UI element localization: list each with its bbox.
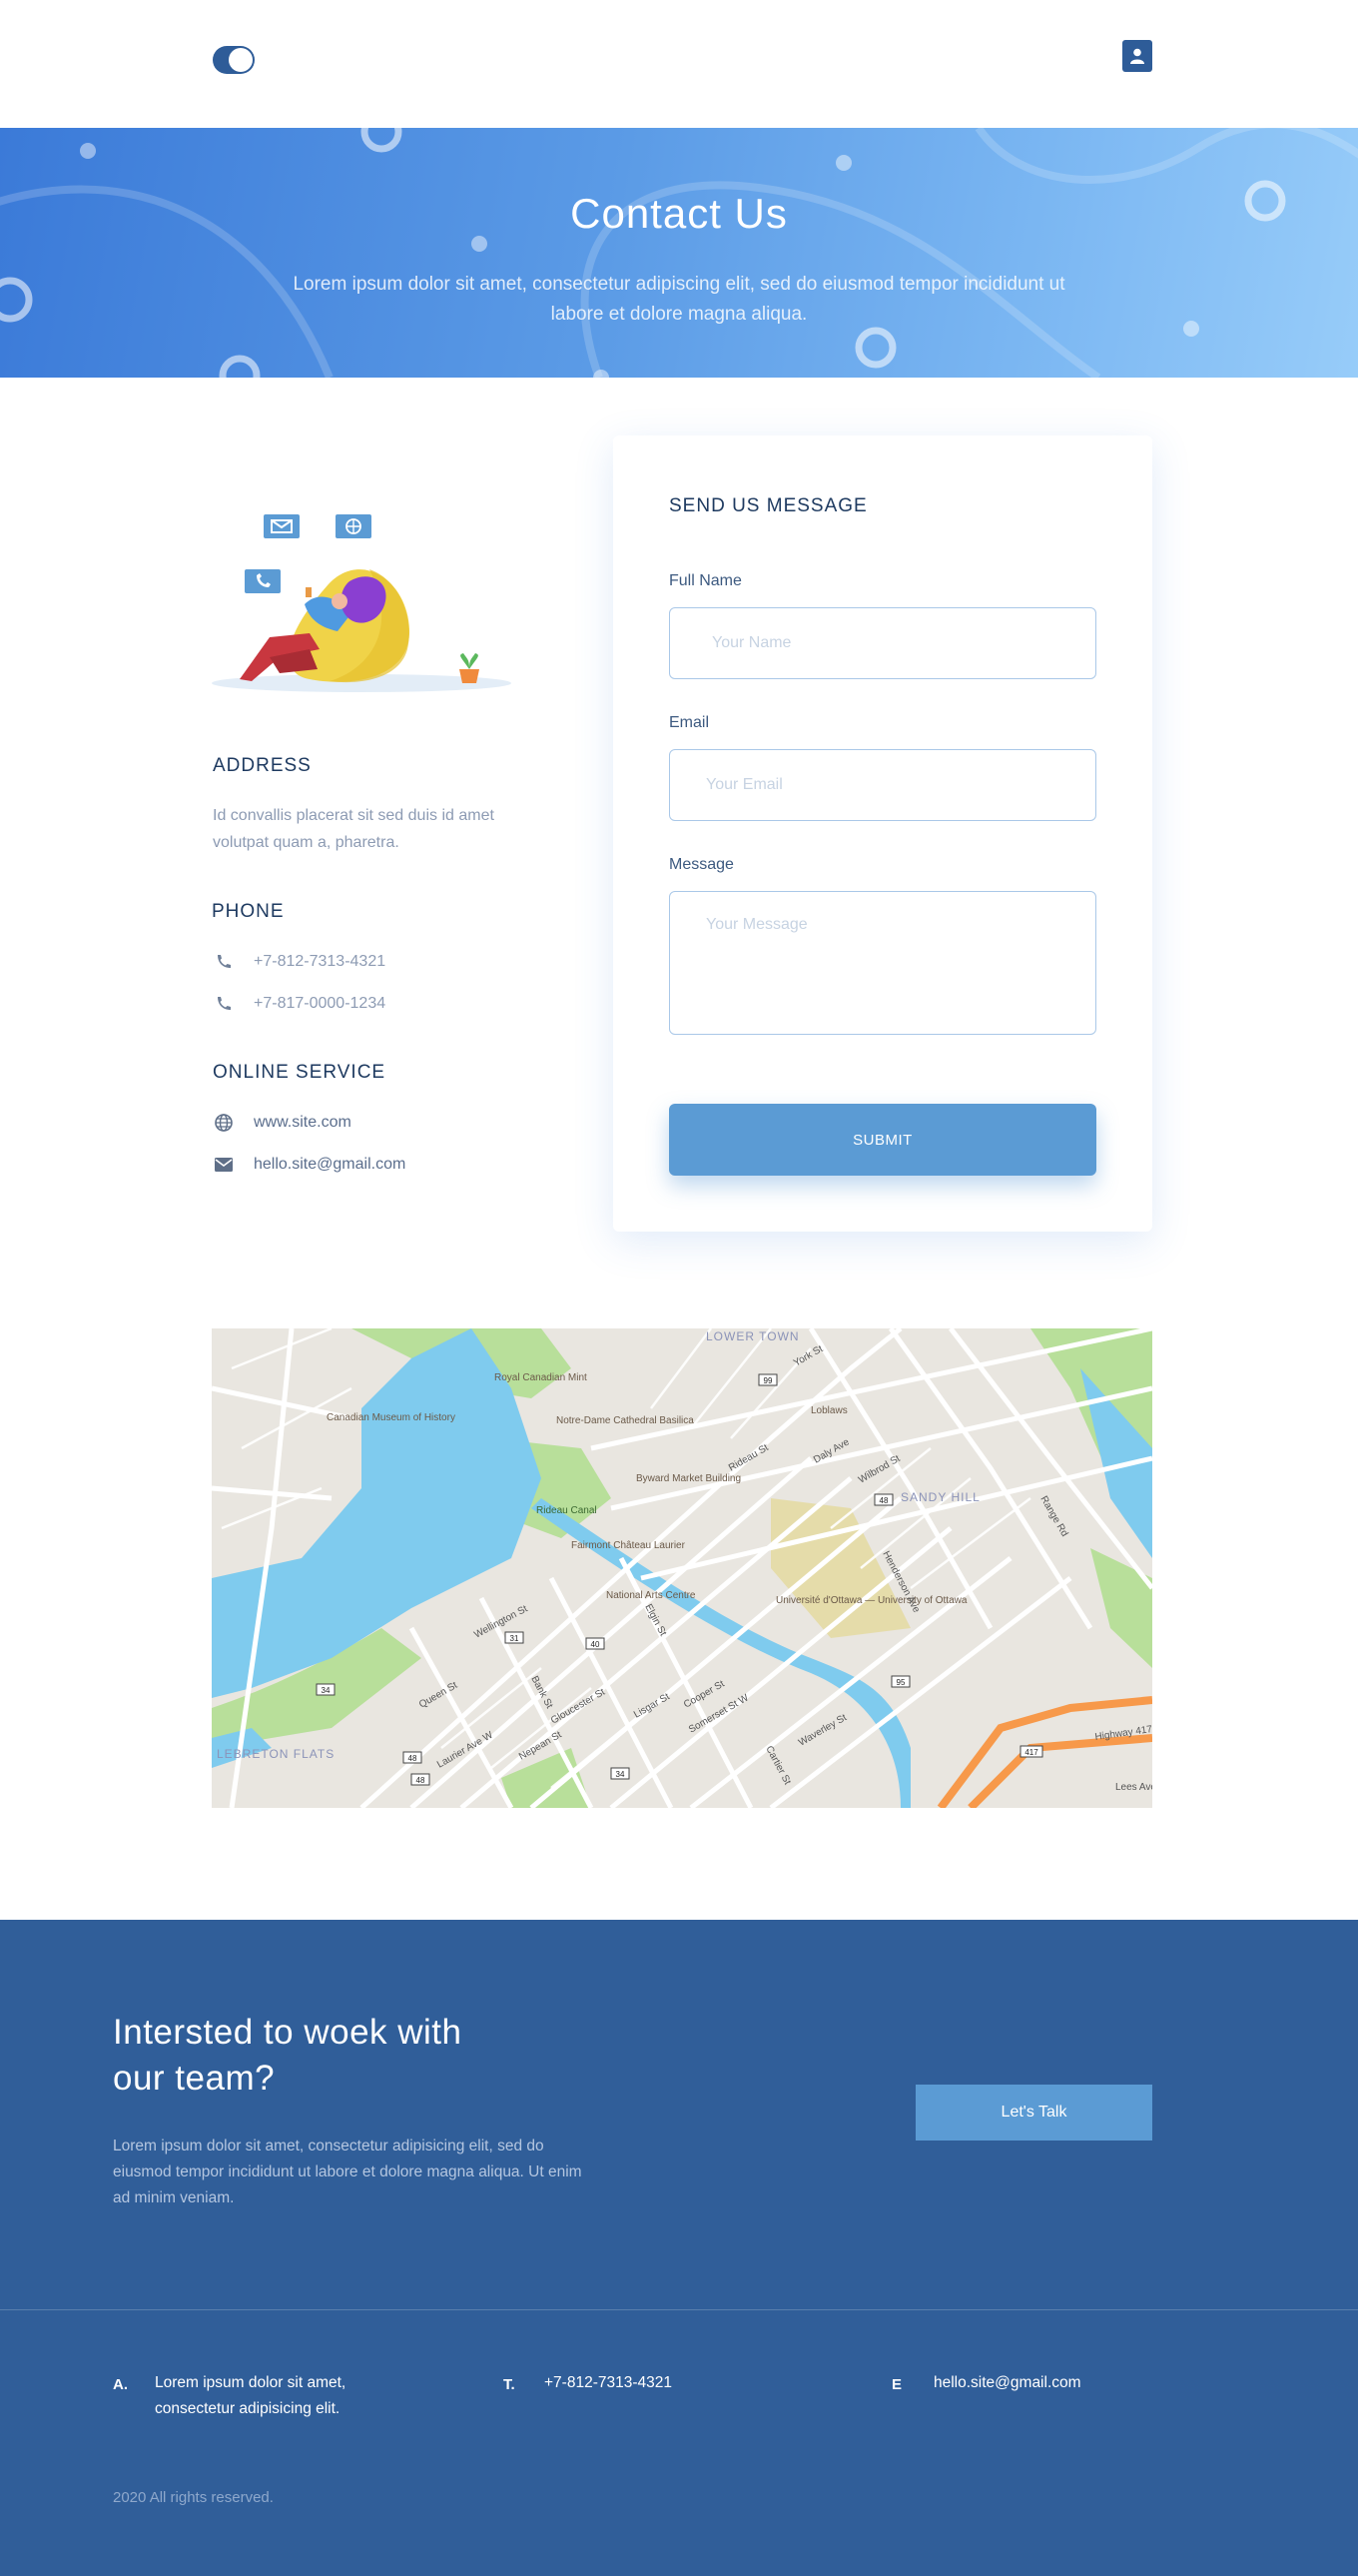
cta-text: Lorem ipsum dolor sit amet, consectetur … — [113, 2138, 582, 2206]
map-label: Notre-Dame Cathedral Basilica — [556, 1415, 694, 1426]
contact-illustration — [210, 509, 519, 699]
map-label: Loblaws — [811, 1405, 848, 1416]
route-shield: 95 — [897, 1678, 906, 1687]
map-label: Canadian Museum of History — [327, 1412, 455, 1423]
map-district: SANDY HILL — [901, 1490, 981, 1504]
route-shield: 31 — [510, 1634, 519, 1643]
copyright: 2020 All rights reserved. — [113, 2489, 274, 2506]
email-row[interactable]: hello.site@gmail.com — [213, 1154, 405, 1176]
online-service-heading: ONLINE SERVICE — [213, 1062, 386, 1083]
mail-icon — [213, 1154, 235, 1176]
map-label: Université d'Ottawa — University of Otta… — [776, 1595, 968, 1606]
footer-phone[interactable]: +7-812-7313-4321 — [544, 2370, 672, 2396]
message-textarea[interactable] — [669, 891, 1096, 1035]
map-label: National Arts Centre — [606, 1590, 696, 1601]
hero-subtitle: Lorem ipsum dolor sit amet, consectetur … — [293, 274, 1065, 325]
globe-icon — [213, 1112, 235, 1134]
page-title: Contact Us — [570, 190, 788, 237]
website-link[interactable]: www.site.com — [254, 1114, 351, 1132]
website-row[interactable]: www.site.com — [213, 1112, 351, 1134]
route-shield: 40 — [591, 1640, 600, 1649]
hero-banner: Contact Us Lorem ipsum dolor sit amet, c… — [0, 128, 1358, 378]
phone-row-1[interactable]: +7-812-7313-4321 — [213, 951, 385, 973]
toggle-logo-icon[interactable] — [212, 45, 256, 75]
route-shield: 48 — [416, 1776, 425, 1785]
map-district: LEBRETON FLATS — [217, 1747, 335, 1761]
route-shield: 417 — [1024, 1748, 1038, 1757]
cta-title: Intersted to woek with our team? — [113, 2013, 462, 2098]
email-link[interactable]: hello.site@gmail.com — [254, 1156, 405, 1174]
phone-icon — [213, 993, 235, 1015]
phone-row-2[interactable]: +7-817-0000-1234 — [213, 993, 385, 1015]
top-navbar — [0, 0, 1358, 128]
footer-divider — [0, 2309, 1358, 2310]
route-shield: 34 — [322, 1686, 331, 1695]
route-shield: 34 — [616, 1770, 625, 1779]
street-label: Lees Ave — [1115, 1782, 1152, 1793]
footer: Intersted to woek with our team? Lorem i… — [0, 1920, 1358, 2576]
map-label: Royal Canadian Mint — [494, 1372, 587, 1383]
footer-email[interactable]: hello.site@gmail.com — [934, 2370, 1081, 2396]
phone-number-2: +7-817-0000-1234 — [254, 995, 386, 1012]
map-district: LOWER TOWN — [706, 1329, 800, 1343]
map-label: Fairmont Château Laurier — [571, 1540, 686, 1551]
form-title: SEND US MESSAGE — [669, 495, 868, 516]
route-shield: 99 — [764, 1376, 773, 1385]
user-icon[interactable] — [1122, 40, 1152, 72]
hero-decoration — [0, 128, 1358, 378]
message-label: Message — [669, 856, 734, 873]
map-label: Byward Market Building — [636, 1473, 741, 1484]
phone-icon — [213, 951, 235, 973]
footer-address: Lorem ipsum dolor sit amet, consectetur … — [155, 2374, 346, 2417]
phone-marker: T. — [503, 2376, 515, 2393]
email-input[interactable] — [669, 749, 1096, 821]
route-shield: 48 — [408, 1754, 417, 1763]
map-label: Rideau Canal — [536, 1505, 597, 1516]
location-map[interactable]: Royal Canadian Mint Canadian Museum of H… — [212, 1328, 1152, 1808]
full-name-label: Full Name — [669, 572, 742, 589]
email-marker: E — [892, 2376, 903, 2393]
submit-button[interactable]: SUBMIT — [669, 1104, 1096, 1176]
address-heading: ADDRESS — [213, 755, 312, 776]
address-marker: A. — [113, 2376, 128, 2393]
phone-number-1: +7-812-7313-4321 — [254, 953, 386, 970]
contact-form-card: SEND US MESSAGE Full Name Email Message … — [613, 435, 1152, 1232]
route-shield: 48 — [880, 1496, 889, 1505]
email-label: Email — [669, 714, 710, 731]
address-text: Id convallis placerat sit sed duis id am… — [213, 807, 494, 851]
full-name-input[interactable] — [669, 607, 1096, 679]
phone-heading: PHONE — [212, 901, 285, 922]
lets-talk-button[interactable]: Let's Talk — [916, 2085, 1152, 2141]
